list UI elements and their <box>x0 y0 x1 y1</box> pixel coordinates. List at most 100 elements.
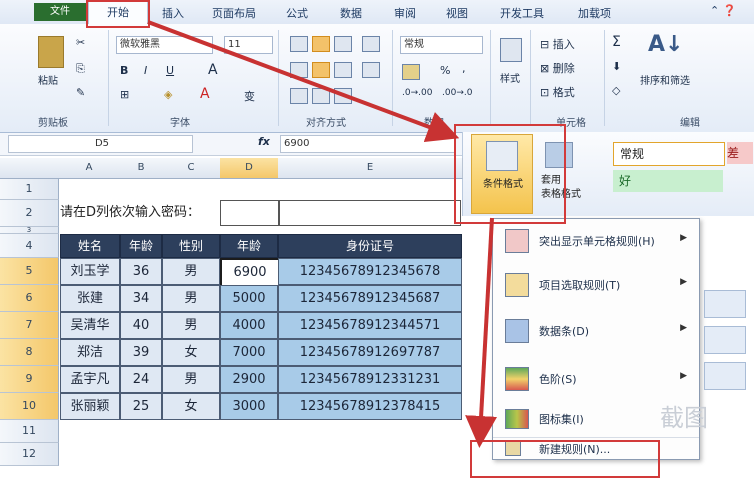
number-format-combo[interactable]: 常规 <box>400 36 483 54</box>
tab-page-layout[interactable]: 页面布局 <box>212 5 256 21</box>
cell-gender[interactable]: 男 <box>162 312 220 339</box>
row-header-11[interactable]: 11 <box>0 420 59 443</box>
row-header-3[interactable]: 3 <box>0 227 59 234</box>
menu-item-top-bottom-rules[interactable]: 项目选取规则(T) ▶ <box>493 265 699 305</box>
row-header-9[interactable]: 9 <box>0 366 59 393</box>
tab-data[interactable]: 数据 <box>340 5 362 21</box>
tab-addins[interactable]: 加载项 <box>578 5 611 21</box>
row-header-5[interactable]: 5 <box>0 258 59 285</box>
cell-gender[interactable]: 女 <box>162 339 220 366</box>
underline-button[interactable]: U <box>166 64 174 77</box>
cell-id-number[interactable]: 12345678912331231 <box>278 366 462 393</box>
styles-button-label[interactable]: 样式 <box>500 70 520 85</box>
cell-password[interactable]: 2900 <box>220 366 278 393</box>
paste-icon[interactable] <box>38 36 64 68</box>
increase-decimal-icon[interactable]: .0→.00 <box>402 88 432 98</box>
align-left-icon[interactable] <box>290 62 308 78</box>
cell-id-number[interactable]: 12345678912345678 <box>278 258 462 285</box>
row-header-1[interactable]: 1 <box>0 179 59 200</box>
cell-id-number[interactable]: 12345678912344571 <box>278 312 462 339</box>
col-header-b[interactable]: B <box>120 158 163 179</box>
cell-password[interactable]: 5000 <box>220 285 278 312</box>
formula-input[interactable]: 6900 <box>280 135 455 153</box>
fill-icon[interactable]: ⬇ <box>612 60 621 73</box>
tab-view[interactable]: 视图 <box>446 5 468 21</box>
autosum-button[interactable]: Σ <box>612 34 621 50</box>
paste-button-label[interactable]: 粘贴 <box>38 72 58 87</box>
tab-review[interactable]: 审阅 <box>394 5 416 21</box>
grow-font-button[interactable]: A <box>208 62 218 78</box>
tab-file[interactable]: 文件 <box>34 3 86 21</box>
orientation-icon[interactable] <box>334 88 352 104</box>
align-right-icon[interactable] <box>334 62 352 78</box>
cell-age[interactable]: 25 <box>120 393 162 420</box>
fill-color-icon[interactable]: ◈ <box>164 88 172 101</box>
font-name-combo[interactable]: 微软雅黑 <box>116 36 213 54</box>
cell-name[interactable]: 张丽颖 <box>60 393 120 420</box>
cell-age[interactable]: 24 <box>120 366 162 393</box>
percent-button[interactable]: % <box>440 64 450 77</box>
indent-increase-icon[interactable] <box>312 88 330 104</box>
row-header-6[interactable]: 6 <box>0 285 59 312</box>
phonetic-button[interactable]: 变 <box>244 88 255 104</box>
align-middle-icon[interactable] <box>312 36 330 52</box>
col-header-d[interactable]: D <box>220 158 279 179</box>
style-bad[interactable]: 差 <box>727 142 753 164</box>
bold-button[interactable]: B <box>120 64 128 77</box>
cell-age[interactable]: 36 <box>120 258 162 285</box>
cell-password-active[interactable]: 6900 <box>220 258 280 287</box>
row-header-7[interactable]: 7 <box>0 312 59 339</box>
cell-gender[interactable]: 男 <box>162 285 220 312</box>
align-bottom-icon[interactable] <box>334 36 352 52</box>
align-top-icon[interactable] <box>290 36 308 52</box>
format-painter-icon[interactable]: ✎ <box>76 86 85 99</box>
font-color-button[interactable]: A <box>200 86 210 102</box>
col-header-e[interactable]: E <box>278 158 463 179</box>
tab-developer[interactable]: 开发工具 <box>500 5 544 21</box>
clear-icon[interactable]: ◇ <box>612 84 620 97</box>
cell-format-button[interactable]: ⊡ 格式 <box>540 84 575 100</box>
cell-id-number[interactable]: 12345678912697787 <box>278 339 462 366</box>
cell-age[interactable]: 40 <box>120 312 162 339</box>
name-box[interactable]: D5 <box>8 135 193 153</box>
currency-icon[interactable] <box>402 64 420 80</box>
cell-d2[interactable] <box>220 200 279 226</box>
menu-item-data-bars[interactable]: 数据条(D) ▶ <box>493 311 699 351</box>
menu-item-color-scales[interactable]: 色阶(S) ▶ <box>493 359 699 399</box>
decrease-decimal-icon[interactable]: .00→.0 <box>442 88 472 98</box>
cell-password[interactable]: 7000 <box>220 339 278 366</box>
cell-gender[interactable]: 男 <box>162 366 220 393</box>
menu-item-highlight-rules[interactable]: 突出显示单元格规则(H) ▶ <box>493 221 699 261</box>
side-panel-button[interactable] <box>704 362 746 390</box>
col-header-a[interactable]: A <box>58 158 121 179</box>
wrap-icon[interactable] <box>362 36 380 52</box>
align-center-icon[interactable] <box>312 62 330 78</box>
sort-filter-icon[interactable]: A↓ <box>648 32 683 57</box>
side-panel-button[interactable] <box>704 290 746 318</box>
indent-decrease-icon[interactable] <box>290 88 308 104</box>
cell-name[interactable]: 吴清华 <box>60 312 120 339</box>
merge-icon[interactable] <box>362 62 380 78</box>
row-header-12[interactable]: 12 <box>0 443 59 466</box>
fx-icon[interactable]: fx <box>258 135 270 148</box>
cell-password[interactable]: 4000 <box>220 312 278 339</box>
comma-button[interactable]: , <box>462 62 466 75</box>
cell-name[interactable]: 孟宇凡 <box>60 366 120 393</box>
col-header-c[interactable]: C <box>162 158 221 179</box>
cell-age[interactable]: 39 <box>120 339 162 366</box>
style-good[interactable]: 好 <box>613 170 723 192</box>
style-normal[interactable]: 常规 <box>613 142 725 166</box>
cell-id-number[interactable]: 12345678912378415 <box>278 393 462 420</box>
styles-icon[interactable] <box>500 38 522 62</box>
font-size-combo[interactable]: 11 <box>224 36 273 54</box>
side-panel-button[interactable] <box>704 326 746 354</box>
cell-delete-button[interactable]: ⊠ 删除 <box>540 60 575 76</box>
cell-gender[interactable]: 男 <box>162 258 220 285</box>
cell-name[interactable]: 郑洁 <box>60 339 120 366</box>
cut-icon[interactable]: ✂ <box>76 36 85 49</box>
cell-password[interactable]: 3000 <box>220 393 278 420</box>
tab-insert[interactable]: 插入 <box>162 5 184 21</box>
copy-icon[interactable]: ⎘ <box>76 62 85 76</box>
cell-e2[interactable] <box>279 200 461 226</box>
cell-id-number[interactable]: 12345678912345687 <box>278 285 462 312</box>
